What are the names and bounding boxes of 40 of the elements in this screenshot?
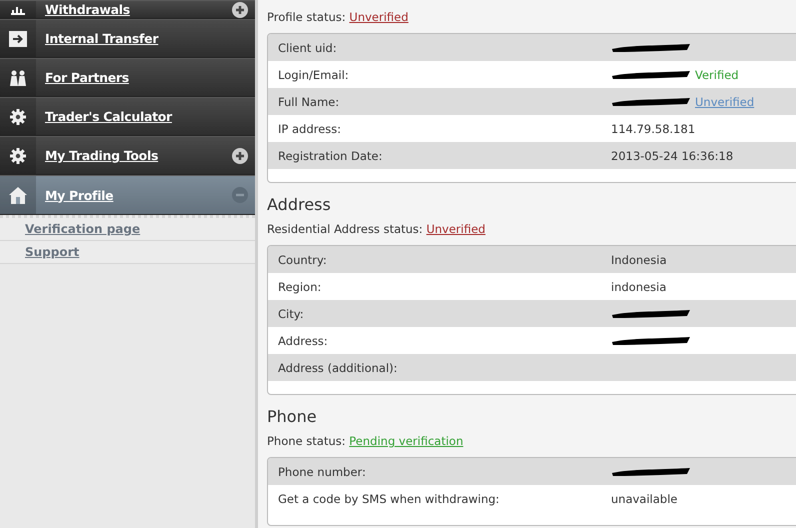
people-icon	[9, 70, 27, 86]
field-label: Region:	[277, 280, 322, 294]
menu-item[interactable]: Internal Transfer	[0, 19, 255, 58]
field-value: 2013-05-24 16:36:18	[611, 148, 734, 162]
field-label: Full Name:	[277, 94, 340, 108]
status-label: Phone status:	[267, 434, 346, 448]
verified-status: Verified	[695, 68, 739, 82]
menu-item[interactable]: My Trading Tools	[0, 136, 255, 175]
expand-icon[interactable]	[232, 2, 248, 18]
submenu-link[interactable]: Verification page	[0, 218, 255, 241]
field-label: Client uid:	[277, 40, 338, 54]
field-label: Address (additional):	[277, 360, 398, 374]
field-label: Country:	[277, 252, 328, 266]
menu-item[interactable]: My Profile	[0, 175, 255, 215]
gear-icon	[10, 148, 26, 164]
field-value: unavailable	[611, 492, 678, 506]
field-value: indonesia	[611, 280, 666, 294]
status-label: Residential Address status:	[267, 222, 423, 236]
expand-icon[interactable]	[232, 148, 248, 164]
menu-item[interactable]: Trader's Calculator	[0, 97, 255, 136]
status-link[interactable]: Unverified	[426, 222, 486, 236]
field-label: IP address:	[277, 122, 342, 136]
field-label: Get a code by SMS when withdrawing:	[277, 492, 500, 506]
section-heading: Phone	[267, 407, 318, 426]
field-label: Address:	[277, 334, 329, 348]
field-value: 114.79.58.181	[611, 122, 696, 136]
house-icon	[9, 186, 27, 204]
field-label: City:	[277, 306, 305, 320]
field-label: Phone number:	[277, 464, 367, 478]
gear-icon	[10, 108, 26, 124]
submenu-link[interactable]: Support	[0, 241, 255, 264]
section-heading: Address	[267, 195, 332, 214]
chart-icon	[10, 4, 26, 14]
field-value: Indonesia	[611, 252, 667, 266]
menu-item[interactable]: Withdrawals	[0, 0, 255, 19]
field-label: Registration Date:	[277, 148, 384, 162]
field-label: Login/Email:	[277, 68, 350, 82]
status-link[interactable]: Unverified	[349, 10, 408, 24]
status-label: Profile status:	[267, 10, 346, 24]
menu-item[interactable]: For Partners	[0, 58, 255, 97]
